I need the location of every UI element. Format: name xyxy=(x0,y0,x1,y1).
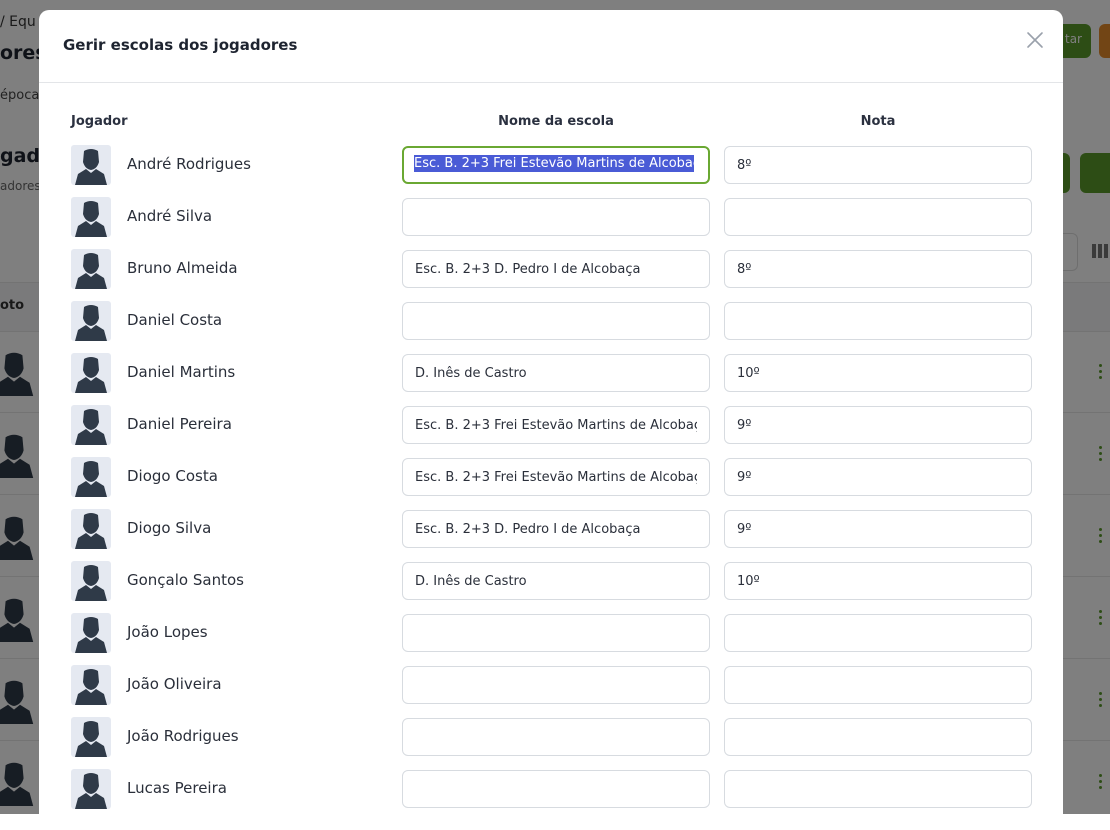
close-icon[interactable] xyxy=(1023,28,1047,52)
player-avatar xyxy=(71,457,111,497)
player-row: João Rodrigues xyxy=(39,717,1063,769)
player-name: André Silva xyxy=(127,207,213,225)
player-name: João Lopes xyxy=(127,623,208,641)
player-row: João Oliveira xyxy=(39,665,1063,717)
player-avatar xyxy=(71,509,111,549)
school-name-input[interactable] xyxy=(402,354,710,392)
school-name-input[interactable] xyxy=(402,406,710,444)
grade-input[interactable] xyxy=(724,510,1032,548)
player-name: João Oliveira xyxy=(127,675,222,693)
player-name: Daniel Costa xyxy=(127,311,223,329)
player-name: Diogo Costa xyxy=(127,467,218,485)
player-row: Daniel Pereira xyxy=(39,405,1063,457)
school-name-input[interactable] xyxy=(402,718,710,756)
player-avatar xyxy=(71,249,111,289)
player-row: Diogo Costa xyxy=(39,457,1063,509)
school-name-input[interactable] xyxy=(402,302,710,340)
school-name-input[interactable] xyxy=(402,666,710,704)
grade-input[interactable] xyxy=(724,614,1032,652)
manage-schools-modal: Gerir escolas dos jogadores Jogador Nome… xyxy=(39,10,1063,830)
grade-input[interactable] xyxy=(724,458,1032,496)
school-name-input[interactable] xyxy=(402,562,710,600)
player-row: Daniel Costa xyxy=(39,301,1063,353)
player-avatar xyxy=(71,145,111,185)
column-header-school: Nome da escola xyxy=(498,114,614,129)
player-name: Lucas Pereira xyxy=(127,779,227,797)
school-name-input[interactable] xyxy=(402,250,710,288)
player-avatar xyxy=(71,301,111,341)
player-name: André Rodrigues xyxy=(127,155,251,173)
school-name-input[interactable] xyxy=(402,510,710,548)
grade-input[interactable] xyxy=(724,718,1032,756)
school-name-input[interactable] xyxy=(402,770,710,808)
school-name-input[interactable] xyxy=(402,198,710,236)
grade-input[interactable] xyxy=(724,406,1032,444)
player-row: André Silva xyxy=(39,197,1063,249)
grade-input[interactable] xyxy=(724,302,1032,340)
player-row: Bruno Almeida xyxy=(39,249,1063,301)
grade-input[interactable] xyxy=(724,770,1032,808)
player-avatar xyxy=(71,405,111,445)
player-row: Daniel Martins xyxy=(39,353,1063,405)
player-name: Daniel Martins xyxy=(127,363,236,381)
player-row: Gonçalo Santos xyxy=(39,561,1063,613)
school-name-input[interactable] xyxy=(402,458,710,496)
column-header-player: Jogador xyxy=(71,114,128,129)
player-name: Bruno Almeida xyxy=(127,259,238,277)
grade-input[interactable] xyxy=(724,562,1032,600)
player-avatar xyxy=(71,717,111,757)
player-avatar xyxy=(71,353,111,393)
player-name: João Rodrigues xyxy=(127,727,239,745)
player-row: Diogo Silva xyxy=(39,509,1063,561)
player-avatar xyxy=(71,561,111,601)
player-avatar xyxy=(71,665,111,705)
grade-input[interactable] xyxy=(724,146,1032,184)
player-avatar xyxy=(71,769,111,809)
player-avatar xyxy=(71,197,111,237)
grade-input[interactable] xyxy=(724,198,1032,236)
modal-title: Gerir escolas dos jogadores xyxy=(63,36,298,54)
grade-input[interactable] xyxy=(724,250,1032,288)
player-row: João Lopes xyxy=(39,613,1063,665)
grade-input[interactable] xyxy=(724,666,1032,704)
column-header-grade: Nota xyxy=(860,114,896,129)
modal-header: Gerir escolas dos jogadores xyxy=(39,10,1063,83)
player-name: Gonçalo Santos xyxy=(127,571,244,589)
player-name: Daniel Pereira xyxy=(127,415,232,433)
player-avatar xyxy=(71,613,111,653)
player-name: Diogo Silva xyxy=(127,519,212,537)
school-name-input[interactable] xyxy=(402,146,710,184)
grade-input[interactable] xyxy=(724,354,1032,392)
school-name-input[interactable] xyxy=(402,614,710,652)
player-row: André Rodrigues Esc. B. 2+3 Frei Estevão … xyxy=(39,145,1063,197)
player-row: Lucas Pereira xyxy=(39,769,1063,821)
